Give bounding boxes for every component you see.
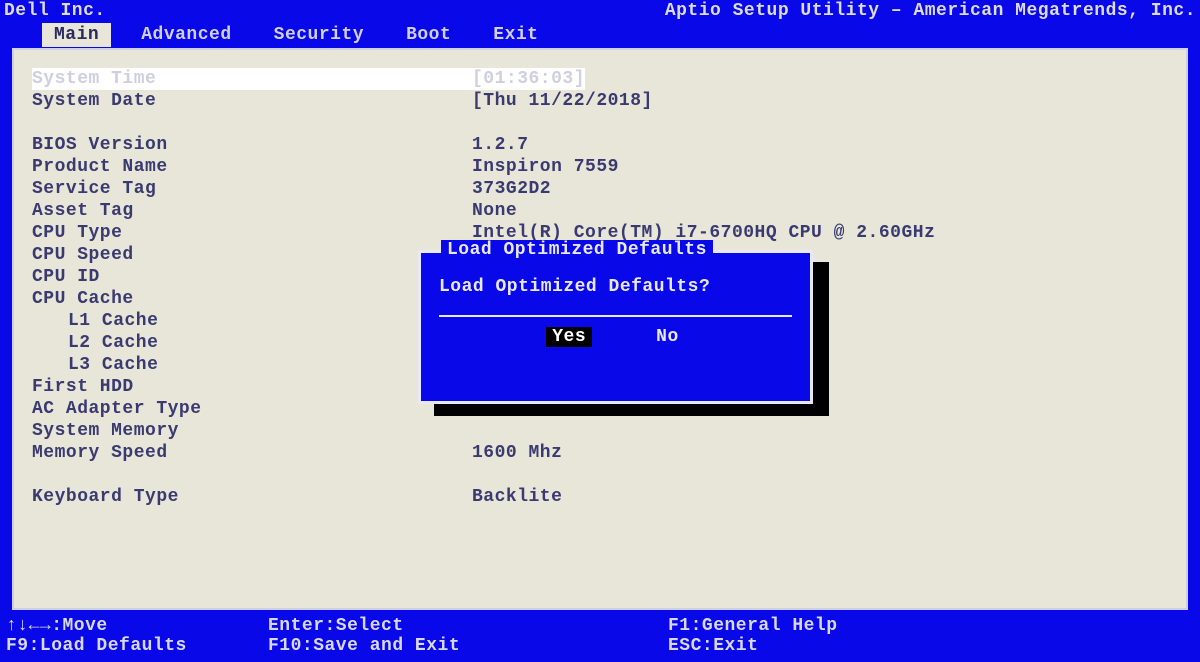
content-frame: System Time [01:36:03] System Date [Thu …	[0, 48, 1200, 614]
row-keyboard-type: Keyboard Type Backlite	[32, 486, 1168, 508]
first-hdd-label: First HDD	[32, 376, 472, 398]
tab-security[interactable]: Security	[262, 23, 376, 47]
row-system-memory: System Memory	[32, 420, 1168, 442]
dialog-buttons: Yes No	[439, 327, 792, 355]
row-product-name: Product Name Inspiron 7559	[32, 156, 1168, 178]
vendor-text: Dell Inc.	[4, 0, 106, 22]
tab-exit[interactable]: Exit	[481, 23, 550, 47]
system-memory-label: System Memory	[32, 420, 472, 442]
asset-tag-label: Asset Tag	[32, 200, 472, 222]
row-asset-tag: Asset Tag None	[32, 200, 1168, 222]
cpu-type-label: CPU Type	[32, 222, 472, 244]
service-tag-value: 373G2D2	[472, 178, 551, 200]
bios-version-label: BIOS Version	[32, 134, 472, 156]
product-name-label: Product Name	[32, 156, 472, 178]
hint-select: Enter:Select	[268, 616, 668, 636]
memory-speed-value: 1600 Mhz	[472, 442, 562, 464]
hint-exit: ESC:Exit	[668, 636, 758, 656]
service-tag-label: Service Tag	[32, 178, 472, 200]
dialog-separator	[439, 315, 792, 317]
system-time-value: [01:36:03]	[472, 68, 585, 90]
l2-cache-label: L2 Cache	[32, 332, 472, 354]
yes-button[interactable]: Yes	[546, 327, 592, 347]
tab-bar: Main Advanced Security Boot Exit	[0, 22, 1200, 48]
system-time-label: System Time	[32, 68, 472, 90]
cpu-cache-label: CPU Cache	[32, 288, 472, 310]
l3-cache-label: L3 Cache	[32, 354, 472, 376]
system-date-value: [Thu 11/22/2018]	[472, 90, 653, 112]
l1-cache-label: L1 Cache	[32, 310, 472, 332]
hint-load-defaults: F9:Load Defaults	[6, 636, 268, 656]
hint-help: F1:General Help	[668, 616, 838, 636]
product-name-value: Inspiron 7559	[472, 156, 619, 178]
cpu-id-label: CPU ID	[32, 266, 472, 288]
keyboard-type-value: Backlite	[472, 486, 562, 508]
no-button[interactable]: No	[650, 327, 685, 347]
asset-tag-value: None	[472, 200, 517, 222]
header-bar: Dell Inc. Aptio Setup Utility – American…	[0, 0, 1200, 22]
dialog-title: Load Optimized Defaults	[441, 240, 713, 260]
bios-version-value: 1.2.7	[472, 134, 529, 156]
main-panel: System Time [01:36:03] System Date [Thu …	[12, 48, 1188, 610]
row-system-date[interactable]: System Date [Thu 11/22/2018]	[32, 90, 1168, 112]
row-system-time[interactable]: System Time [01:36:03]	[32, 68, 1168, 90]
cpu-speed-label: CPU Speed	[32, 244, 472, 266]
row-service-tag: Service Tag 373G2D2	[32, 178, 1168, 200]
tab-advanced[interactable]: Advanced	[129, 23, 243, 47]
hint-move: ↑↓←→:Move	[6, 616, 268, 636]
load-defaults-dialog: Load Optimized Defaults Load Optimized D…	[418, 250, 813, 404]
ac-adapter-label: AC Adapter Type	[32, 398, 472, 420]
row-bios-version: BIOS Version 1.2.7	[32, 134, 1168, 156]
utility-text: Aptio Setup Utility – American Megatrend…	[665, 0, 1196, 22]
keyboard-type-label: Keyboard Type	[32, 486, 472, 508]
row-memory-speed: Memory Speed 1600 Mhz	[32, 442, 1168, 464]
tab-main[interactable]: Main	[42, 23, 111, 47]
tab-boot[interactable]: Boot	[394, 23, 463, 47]
dialog-message: Load Optimized Defaults?	[439, 277, 792, 297]
system-date-label: System Date	[32, 90, 472, 112]
memory-speed-label: Memory Speed	[32, 442, 472, 464]
hint-save-exit: F10:Save and Exit	[268, 636, 668, 656]
bios-screen: Dell Inc. Aptio Setup Utility – American…	[0, 0, 1200, 662]
footer-bar: ↑↓←→:Move Enter:Select F1:General Help F…	[0, 614, 1200, 662]
